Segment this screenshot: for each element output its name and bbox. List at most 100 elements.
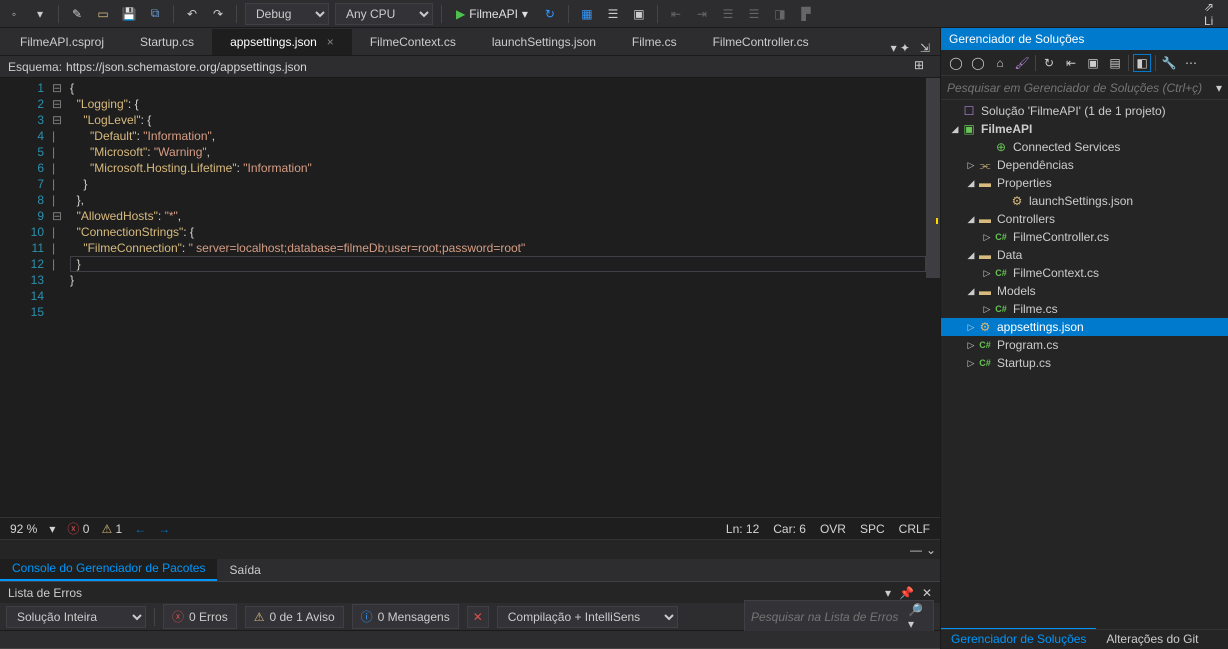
nav-dropdown-icon[interactable]: ▾ [30, 4, 50, 24]
wrench-icon[interactable]: 🔧 [1160, 54, 1178, 72]
more-icon[interactable]: ⋯ [1182, 54, 1200, 72]
sidepanel-tab[interactable]: Alterações do Git [1096, 629, 1208, 649]
output-tab[interactable]: Console do Gerenciador de Pacotes [0, 557, 217, 581]
undo-icon[interactable]: ↶ [182, 4, 202, 24]
panel-close-icon[interactable]: ⌄ [926, 543, 936, 557]
forward-icon[interactable]: ◯ [969, 54, 987, 72]
editor-scrollbar[interactable] [926, 78, 940, 517]
editor-statusbar: 92 % ▾ ⓧ 0 ⚠ 1 ← → Ln: 12 Car: 6 OVR SPC… [0, 517, 940, 539]
error-scope-select[interactable]: Solução Inteira [6, 606, 146, 628]
output-panel-header: — ⌄ [0, 539, 940, 559]
tree-item[interactable]: C#FilmeContext.cs [941, 264, 1228, 282]
dep-icon: ⫘ [977, 157, 993, 173]
collapse-icon[interactable]: ⇤ [1062, 54, 1080, 72]
switch-view-icon[interactable]: 🖌 [1013, 54, 1031, 72]
preview-icon[interactable]: ◧ [1133, 54, 1151, 72]
messages-filter-button[interactable]: ⓘ0 Mensagens [352, 604, 459, 629]
main-toolbar: ◦ ▾ ✎ ▭ 💾 ⧉ ↶ ↷ Debug Any CPU ▶FilmeAPI … [0, 0, 1228, 28]
indent-right-icon[interactable]: ⇥ [692, 4, 712, 24]
tree-item[interactable]: C#Filme.cs [941, 300, 1228, 318]
error-search-box[interactable]: 🔎 ▾ [744, 600, 934, 634]
tree-item[interactable]: C#Program.cs [941, 336, 1228, 354]
document-tab[interactable]: Filme.cs [614, 29, 695, 55]
line-number-status: Ln: 12 [726, 522, 759, 536]
code-editor[interactable]: 123456789101112131415 ⊟⊟⊟||||| ⊟||| { "L… [0, 78, 940, 517]
output-tab[interactable]: Saída [217, 559, 272, 581]
tree-item[interactable]: ⚙launchSettings.json [941, 192, 1228, 210]
tree-item[interactable]: C#Startup.cs [941, 354, 1228, 372]
zoom-level[interactable]: 92 % [10, 522, 37, 536]
document-tab[interactable]: FilmeContext.cs [352, 29, 474, 55]
tree-item[interactable]: ▬Data [941, 246, 1228, 264]
back-icon[interactable]: ◯ [947, 54, 965, 72]
solution-tree[interactable]: ☐Solução 'FilmeAPI' (1 de 1 projeto)▣Fil… [941, 100, 1228, 629]
sidepanel-tab[interactable]: Gerenciador de Soluções [941, 628, 1096, 649]
home-icon[interactable]: ⌂ [991, 54, 1009, 72]
platform-select[interactable]: Any CPU [335, 3, 433, 25]
errors-filter-button[interactable]: ⓧ0 Erros [163, 604, 237, 629]
split-grid-icon[interactable]: ⊞ [914, 58, 932, 76]
live-share-icon[interactable]: ⇗ Li [1204, 4, 1224, 24]
refresh-icon[interactable]: ↻ [540, 4, 560, 24]
tree-label: Filme.cs [1013, 302, 1058, 316]
zoom-dropdown-icon[interactable]: ▾ [49, 522, 55, 536]
save-all-icon[interactable]: ⧉ [145, 4, 165, 24]
redo-icon[interactable]: ↷ [208, 4, 228, 24]
nav-next-icon[interactable]: → [158, 522, 170, 536]
ovr-status: OVR [820, 522, 846, 536]
tree-item[interactable]: ▬Properties [941, 174, 1228, 192]
new-file-icon[interactable]: ✎ [67, 4, 87, 24]
sync-icon[interactable]: ↻ [1040, 54, 1058, 72]
tree-item[interactable]: ▬Models [941, 282, 1228, 300]
error-indicator[interactable]: ⓧ 0 [67, 520, 89, 537]
solution-search-input[interactable] [947, 81, 1216, 95]
fold-gutter[interactable]: ⊟⊟⊟||||| ⊟||| [52, 78, 70, 517]
document-tab[interactable]: Startup.cs [122, 29, 212, 55]
tree-item[interactable]: C#FilmeController.cs [941, 228, 1228, 246]
show-all-icon[interactable]: ▣ [1084, 54, 1102, 72]
clear-filter-button[interactable]: ✕ [467, 606, 489, 628]
tree-item[interactable]: ▬Controllers [941, 210, 1228, 228]
schema-input[interactable] [66, 60, 914, 74]
panel-menu-icon[interactable]: — [910, 543, 922, 557]
flag-icon[interactable]: ▛ [796, 4, 816, 24]
solution-search-box[interactable]: ▾ [941, 76, 1228, 100]
search-dropdown-icon[interactable]: ▾ [1216, 81, 1222, 95]
indent-left-icon[interactable]: ⇤ [666, 4, 686, 24]
error-list-columns[interactable] [0, 631, 940, 649]
document-tab[interactable]: appsettings.json [212, 29, 352, 55]
properties-icon[interactable]: ▤ [1106, 54, 1124, 72]
uncomment-icon[interactable]: ☰ [744, 4, 764, 24]
cs-icon: C# [977, 355, 993, 371]
browser-icon[interactable]: ▦ [577, 4, 597, 24]
build-source-select[interactable]: Compilação + IntelliSens [497, 606, 678, 628]
tree-item[interactable]: ☐Solução 'FilmeAPI' (1 de 1 projeto) [941, 102, 1228, 120]
panel-x-icon[interactable]: ✕ [922, 586, 932, 600]
display-icon[interactable]: ▣ [629, 4, 649, 24]
tab-overflow-icon[interactable]: ⇲ [920, 41, 930, 55]
tab-options[interactable]: ▾ ✦ [891, 41, 910, 55]
document-tab[interactable]: FilmeController.cs [695, 29, 827, 55]
error-search-input[interactable] [751, 610, 908, 624]
sidepanel-bottom-tabs: Gerenciador de SoluçõesAlterações do Git [941, 629, 1228, 649]
layers-icon[interactable]: ☰ [603, 4, 623, 24]
document-tab[interactable]: launchSettings.json [474, 29, 614, 55]
panel-pin-icon[interactable]: 📌 [899, 586, 914, 600]
code-content[interactable]: { "Logging": { "LogLevel": { "Default": … [70, 78, 940, 517]
open-icon[interactable]: ▭ [93, 4, 113, 24]
panel-dropdown-icon[interactable]: ▾ [885, 586, 891, 600]
nav-back-icon[interactable]: ◦ [4, 4, 24, 24]
tree-item[interactable]: ⊕Connected Services [941, 138, 1228, 156]
nav-prev-icon[interactable]: ← [134, 522, 146, 536]
warning-indicator[interactable]: ⚠ 1 [101, 522, 122, 536]
save-icon[interactable]: 💾 [119, 4, 139, 24]
warnings-filter-button[interactable]: ⚠0 de 1 Aviso [245, 606, 344, 628]
comment-icon[interactable]: ☰ [718, 4, 738, 24]
tree-item[interactable]: ⫘Dependências [941, 156, 1228, 174]
document-tab[interactable]: FilmeAPI.csproj [2, 29, 122, 55]
bookmark-icon[interactable]: ◨ [770, 4, 790, 24]
run-button[interactable]: ▶FilmeAPI ▾ [450, 7, 534, 21]
config-select[interactable]: Debug [245, 3, 329, 25]
tree-item[interactable]: ⚙appsettings.json [941, 318, 1228, 336]
tree-item[interactable]: ▣FilmeAPI [941, 120, 1228, 138]
